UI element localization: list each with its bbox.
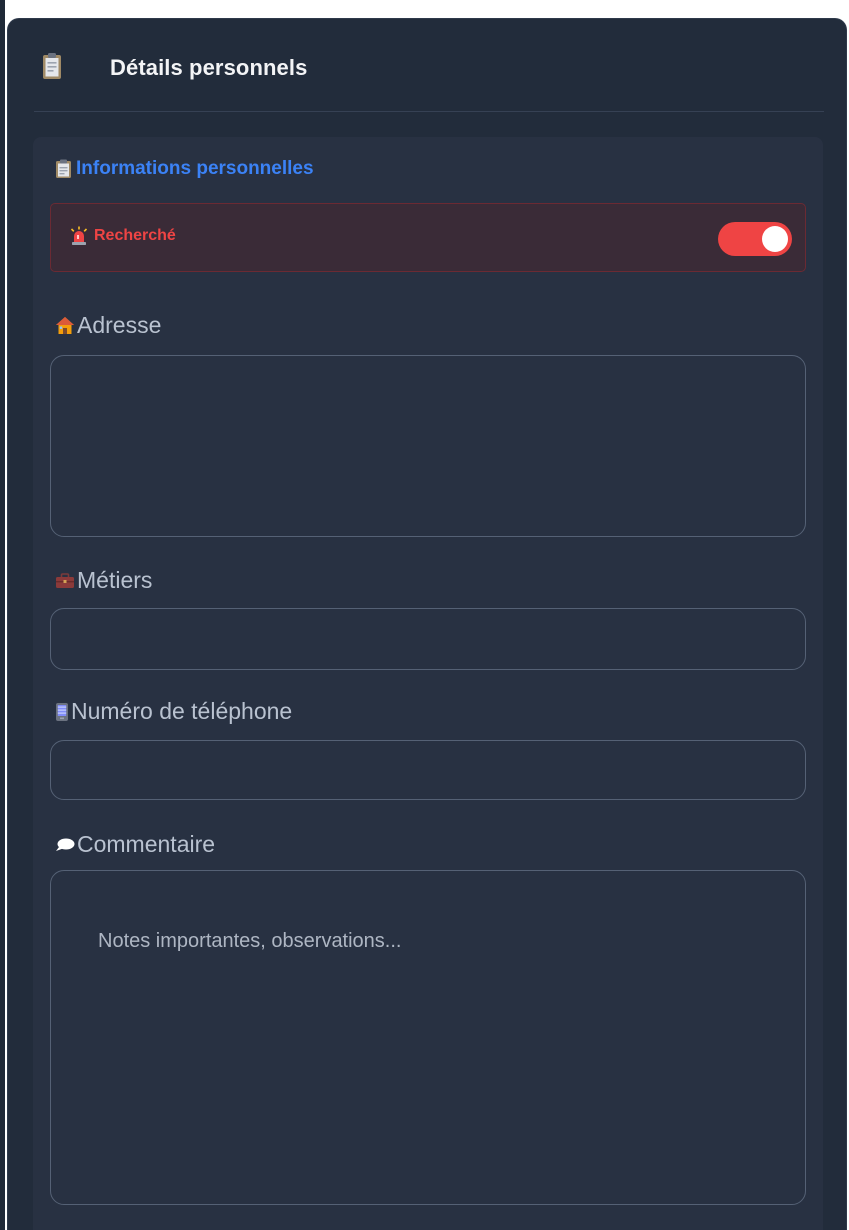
wanted-toggle[interactable]: [718, 222, 792, 256]
address-textarea[interactable]: [50, 355, 806, 537]
phone-icon: [55, 702, 69, 722]
comment-label: Commentaire: [55, 831, 215, 858]
personal-info-section: Informations personnelles Recherché Adre…: [33, 137, 823, 1230]
phone-label-text: Numéro de téléphone: [71, 698, 293, 724]
comment-textarea[interactable]: Notes importantes, observations...: [50, 870, 806, 1205]
header-divider: [34, 111, 824, 112]
window-edge: [0, 0, 5, 1230]
personal-details-panel: Détails personnels Informations personne…: [7, 18, 847, 1230]
jobs-label-text: Métiers: [77, 567, 153, 593]
section-title-label: Informations personnelles: [76, 158, 314, 179]
wanted-text: Recherché: [94, 227, 176, 244]
panel-title: Détails personnels: [110, 55, 308, 80]
jobs-input[interactable]: [50, 608, 806, 670]
address-label-text: Adresse: [77, 312, 162, 338]
comment-placeholder: Notes importantes, observations...: [98, 930, 402, 952]
comment-label-text: Commentaire: [77, 831, 216, 857]
panel-header: Détails personnels: [8, 19, 846, 112]
jobs-label: Métiers: [55, 567, 152, 594]
speech-bubble-icon: [55, 837, 75, 853]
phone-label: Numéro de téléphone: [55, 698, 292, 725]
briefcase-icon: [55, 572, 75, 589]
screen: Détails personnels Informations personne…: [0, 0, 849, 1230]
section-title: Informations personnelles: [55, 158, 314, 180]
wanted-row: Recherché: [50, 203, 806, 272]
house-icon: [55, 316, 75, 335]
siren-icon: [69, 226, 89, 246]
clipboard-icon: [42, 52, 62, 80]
toggle-knob: [762, 226, 788, 252]
address-label: Adresse: [55, 312, 161, 339]
wanted-label: Recherché: [69, 226, 176, 246]
phone-input[interactable]: [50, 740, 806, 800]
clipboard-icon: [55, 159, 72, 179]
